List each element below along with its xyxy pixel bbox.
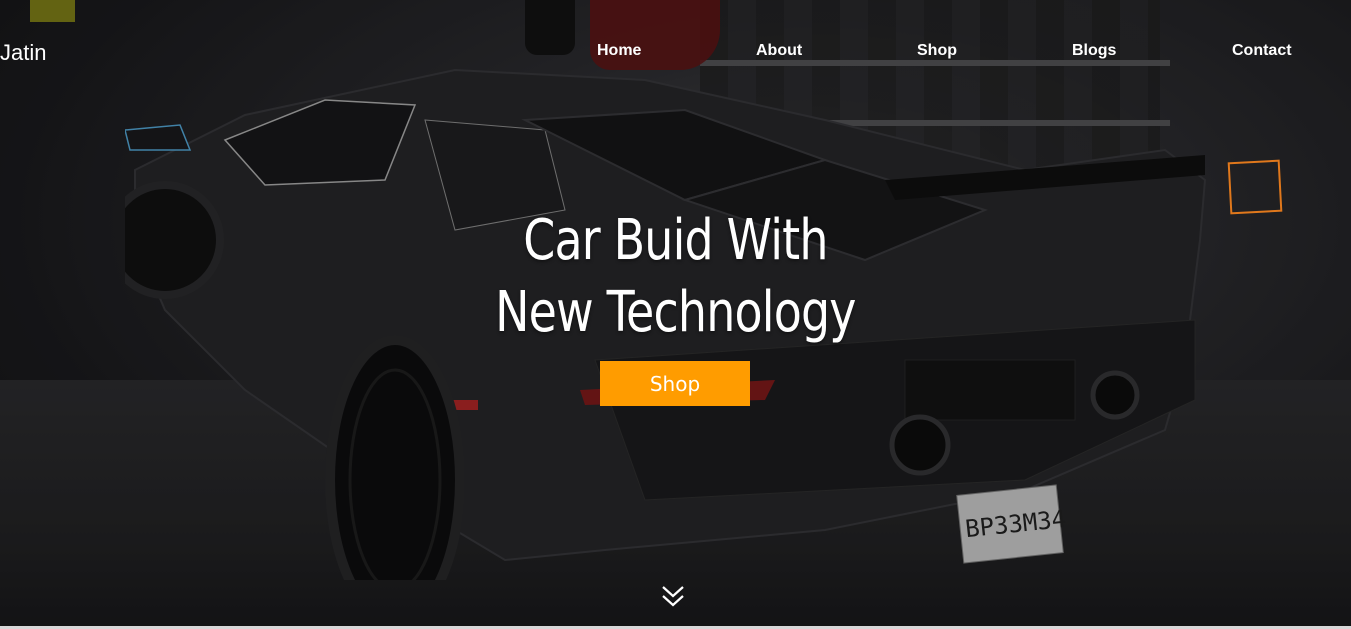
nav-item-shop[interactable]: Shop — [917, 42, 957, 60]
nav-item-home[interactable]: Home — [597, 42, 641, 60]
shop-button[interactable]: Shop — [600, 361, 750, 406]
double-chevron-down-icon[interactable] — [660, 583, 686, 609]
highlight-square — [1227, 159, 1283, 215]
hero-title-line-1: Car Buid With — [523, 208, 828, 273]
hero-title-line-2: New Technology — [495, 280, 856, 345]
nav-item-about[interactable]: About — [756, 42, 802, 60]
hero-title: Car Buid With New Technology — [122, 205, 1230, 349]
main-nav: Home About Shop Blogs Contact — [0, 42, 1351, 64]
nav-item-contact[interactable]: Contact — [1232, 42, 1292, 60]
nav-item-blogs[interactable]: Blogs — [1072, 42, 1116, 60]
hero-section: BP33M34 Jatin Home About Shop Blogs Cont… — [0, 0, 1351, 629]
